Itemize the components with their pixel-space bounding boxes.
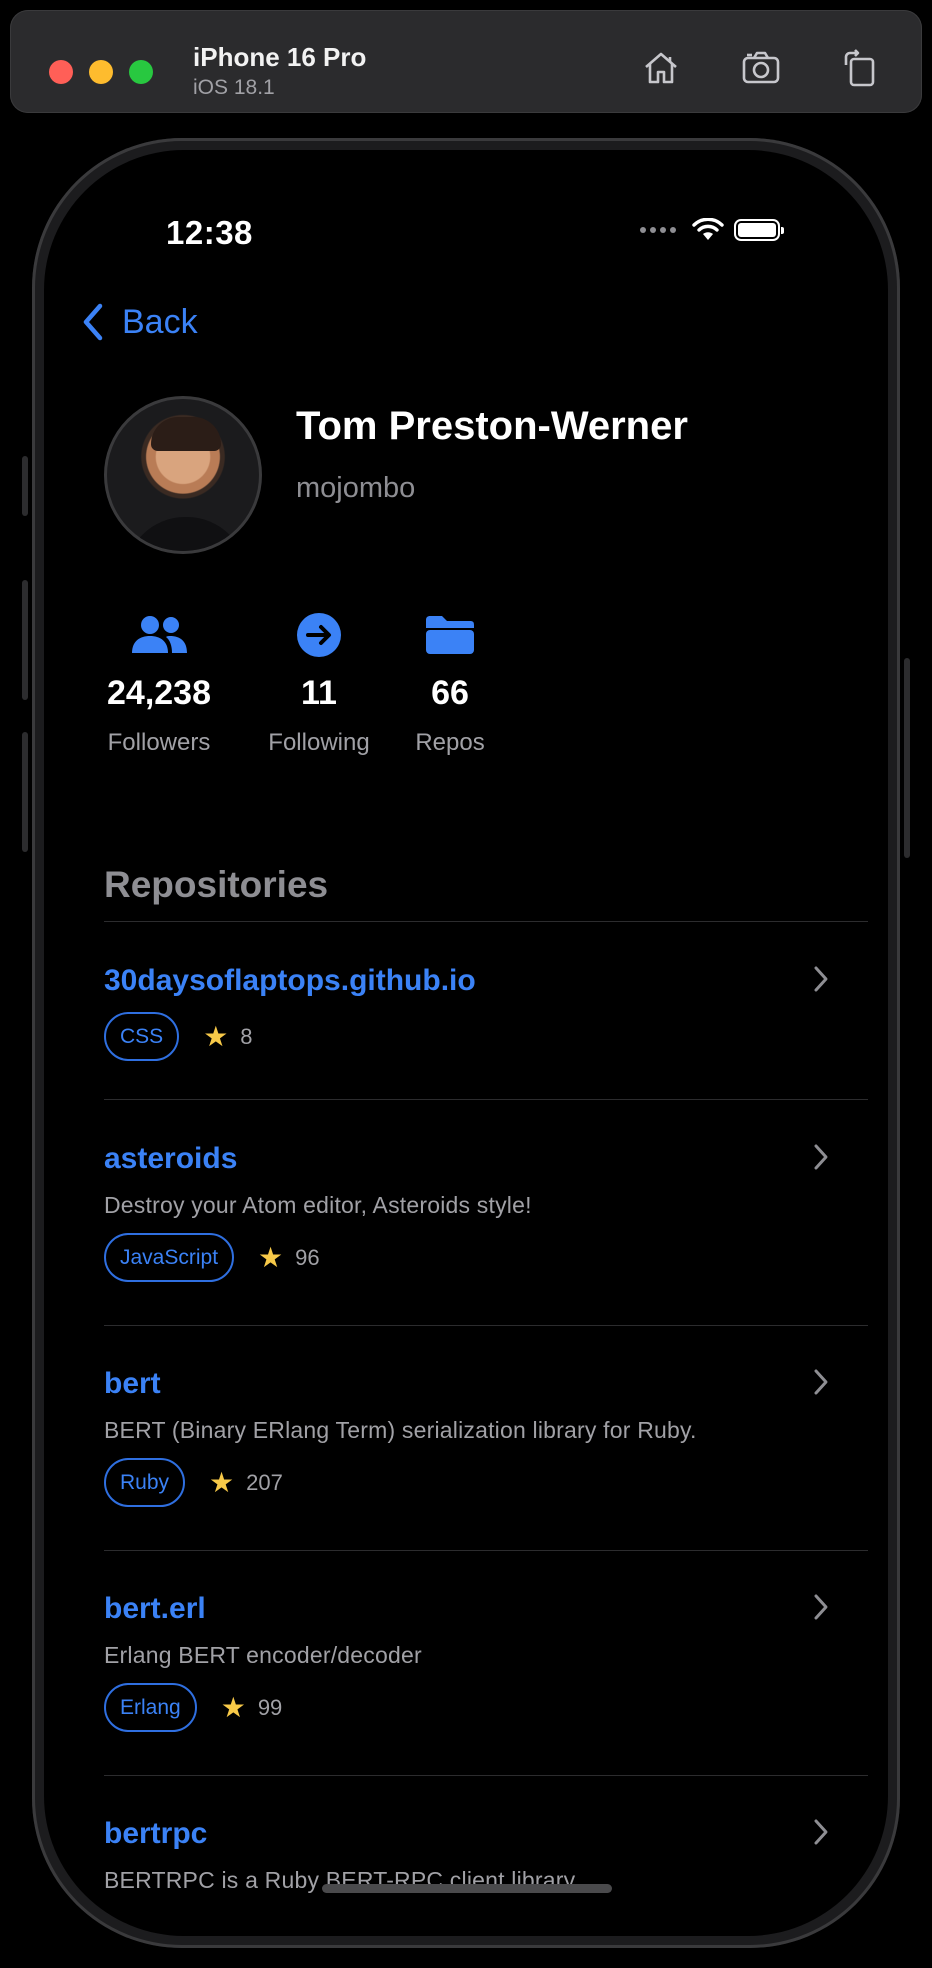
- device-name: iPhone 16 Pro: [193, 42, 367, 72]
- profile-name: Tom Preston-Werner: [296, 404, 688, 448]
- zoom-window-button[interactable]: [129, 60, 153, 84]
- following-label: Following: [268, 729, 370, 756]
- divider: [104, 1550, 868, 1551]
- home-button[interactable]: [637, 44, 685, 92]
- avatar: [104, 396, 262, 554]
- repo-row-3[interactable]: bert.erl Erlang BERT encoder/decoder Erl…: [104, 1592, 868, 1732]
- repo-name: bertrpc: [104, 1817, 208, 1850]
- volume-up-button: [22, 580, 28, 700]
- repositories-heading: Repositories: [104, 864, 329, 905]
- repo-description: BERT (Binary ERlang Term) serialization …: [104, 1417, 697, 1443]
- divider: [104, 1099, 868, 1100]
- language-badge: Ruby: [104, 1458, 186, 1507]
- language-badge: JavaScript: [104, 1233, 235, 1282]
- rotate-button[interactable]: [835, 44, 883, 92]
- wifi-icon: [692, 218, 724, 240]
- repo-name: 30daysoflaptops.github.io: [104, 964, 476, 997]
- repo-name: bert.erl: [104, 1592, 206, 1625]
- following-count: 11: [301, 674, 337, 712]
- star-count: 8: [240, 1023, 253, 1049]
- stat-followers[interactable]: 24,238 Followers: [104, 610, 214, 757]
- repo-meta: JavaScript ★ 96: [104, 1233, 868, 1282]
- close-window-button[interactable]: [49, 60, 73, 84]
- followers-label: Followers: [107, 729, 211, 756]
- stat-following[interactable]: 11 Following: [264, 610, 374, 757]
- divider: [104, 921, 868, 922]
- repo-row-1[interactable]: asteroids Destroy your Atom editor, Aste…: [104, 1142, 868, 1282]
- profile-login: mojombo: [296, 472, 416, 504]
- action-button: [22, 456, 28, 516]
- home-icon: [645, 52, 677, 84]
- language-badge: Erlang: [104, 1683, 197, 1732]
- folder-icon: [426, 616, 474, 654]
- chevron-right-icon: [814, 1144, 828, 1170]
- repo-description: Destroy your Atom editor, Asteroids styl…: [104, 1192, 532, 1218]
- star-count: 207: [246, 1469, 283, 1495]
- camera-icon: [742, 51, 780, 84]
- repos-label: Repos: [415, 729, 485, 756]
- status-icons: [640, 218, 784, 242]
- chevron-right-icon: [814, 1819, 828, 1845]
- minimize-window-button[interactable]: [89, 60, 113, 84]
- repo-row-0[interactable]: 30daysoflaptops.github.io CSS ★ 8: [104, 964, 868, 1061]
- divider: [104, 1325, 868, 1326]
- repo-description: Erlang BERT encoder/decoder: [104, 1642, 422, 1668]
- star-icon: ★: [203, 1020, 229, 1052]
- screenshot-button[interactable]: [737, 44, 785, 92]
- os-version: iOS 18.1: [193, 76, 275, 99]
- language-badge: CSS: [104, 1012, 180, 1061]
- home-indicator[interactable]: [322, 1884, 612, 1893]
- device-frame: 12:38 Back Tom Preston-Werner mojombo 24…: [22, 138, 910, 1948]
- repo-name: bert: [104, 1367, 161, 1400]
- app-screen: 12:38 Back Tom Preston-Werner mojombo 24…: [44, 150, 888, 1936]
- battery-icon: [734, 219, 784, 241]
- repo-meta: CSS ★ 8: [104, 1012, 868, 1061]
- power-button: [904, 658, 910, 858]
- repo-meta: Ruby ★ 207: [104, 1458, 868, 1507]
- stat-repos[interactable]: 66 Repos: [404, 610, 496, 757]
- repo-meta: Erlang ★ 99: [104, 1683, 868, 1732]
- repo-row-2[interactable]: bert BERT (Binary ERlang Term) serializa…: [104, 1367, 868, 1507]
- star-count: 96: [295, 1244, 320, 1270]
- followers-count: 24,238: [107, 674, 211, 712]
- back-button[interactable]: Back: [80, 302, 198, 342]
- volume-down-button: [22, 732, 28, 852]
- back-label: Back: [122, 302, 198, 341]
- rotate-icon: [844, 49, 875, 87]
- chevron-left-icon: [83, 303, 103, 341]
- divider: [104, 1775, 868, 1776]
- star-icon: ★: [258, 1241, 284, 1273]
- star-count: 99: [257, 1694, 283, 1720]
- repos-count: 66: [431, 674, 469, 712]
- arrow-circle-icon: [297, 613, 341, 657]
- repo-name: asteroids: [104, 1142, 238, 1175]
- people-icon: [132, 616, 187, 653]
- star-icon: ★: [209, 1466, 235, 1498]
- simulator-toolbar: iPhone 16 Pro iOS 18.1: [10, 10, 922, 113]
- cellular-icon: [640, 227, 676, 233]
- chevron-right-icon: [814, 1594, 828, 1620]
- chevron-right-icon: [814, 966, 828, 992]
- star-icon: ★: [220, 1691, 246, 1723]
- status-time: 12:38: [166, 214, 253, 251]
- chevron-right-icon: [814, 1369, 828, 1395]
- repo-row-4[interactable]: bertrpc BERTRPC is a Ruby BERT-RPC clien…: [104, 1817, 868, 1894]
